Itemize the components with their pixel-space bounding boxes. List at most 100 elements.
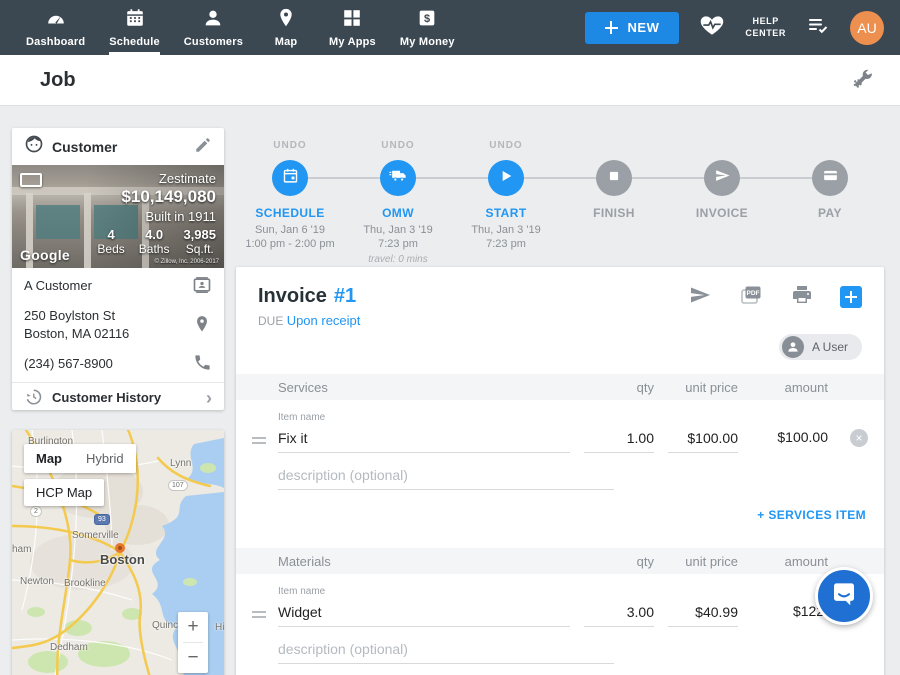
qty-column-header: qty xyxy=(570,380,654,395)
delete-service-item-button[interactable]: × xyxy=(850,429,868,447)
health-heart-icon[interactable] xyxy=(699,12,725,43)
customer-history-row[interactable]: Customer History › xyxy=(12,382,224,413)
job-progress-timeline: UNDO SCHEDULE Sun, Jan 6 '191:00 pm - 2:… xyxy=(236,132,884,262)
map-zoom-out-button[interactable]: − xyxy=(178,643,208,673)
edit-customer-button[interactable] xyxy=(194,136,212,157)
hcp-map-button[interactable]: HCP Map xyxy=(24,479,104,506)
due-terms-link[interactable]: Upon receipt xyxy=(287,313,361,328)
material-description-input[interactable] xyxy=(278,639,614,664)
map-label: ham xyxy=(12,544,31,555)
new-button[interactable]: NEW xyxy=(585,12,680,44)
money-icon: $ xyxy=(416,7,438,32)
help-center-button[interactable]: HELP CENTER xyxy=(745,16,786,39)
unit-price-column-header: unit price xyxy=(654,554,738,569)
due-label: DUE xyxy=(258,314,283,328)
dashboard-icon xyxy=(45,7,67,32)
property-stats: 4Beds 4.0Baths 3,985Sq.ft. xyxy=(97,227,216,256)
invoice-card: Invoice #1 PDF DUE Upon receipt A User xyxy=(236,267,884,675)
send-invoice-button[interactable] xyxy=(688,283,712,310)
unit-price-field xyxy=(654,602,738,627)
location-pin-icon[interactable] xyxy=(192,314,212,337)
amount-column-header: amount xyxy=(738,554,828,569)
send-icon xyxy=(714,167,731,189)
checklist-icon[interactable] xyxy=(806,13,830,42)
sqft-label: Sq.ft. xyxy=(183,242,216,256)
job-tools-button[interactable] xyxy=(850,67,874,94)
assigned-user-name: A User xyxy=(812,340,848,354)
add-invoice-item-button[interactable] xyxy=(840,286,862,308)
omw-step-button[interactable] xyxy=(380,160,416,196)
route-badge-2: 2 xyxy=(30,506,42,517)
map-label: Somerville xyxy=(72,530,119,541)
nav-item-schedule[interactable]: Schedule xyxy=(97,0,172,55)
material-unit-price-input[interactable] xyxy=(668,602,738,627)
service-name-input[interactable] xyxy=(278,428,570,453)
customer-history-label: Customer History xyxy=(52,389,196,407)
pdf-button[interactable]: PDF xyxy=(738,283,764,310)
map-type-toggle: Map Hybrid xyxy=(24,444,136,473)
undo-schedule-button[interactable]: UNDO xyxy=(273,140,306,152)
customer-card-title: Customer xyxy=(52,139,186,155)
assigned-user-chip[interactable]: A User xyxy=(779,334,862,360)
add-services-item-button[interactable]: + SERVICES ITEM xyxy=(757,508,866,522)
page-header: Job xyxy=(0,55,900,106)
item-name-label: Item name xyxy=(278,412,570,423)
calendar-icon xyxy=(282,167,299,189)
contact-card-icon[interactable] xyxy=(192,275,212,298)
page-title: Job xyxy=(40,69,76,92)
phone-icon[interactable] xyxy=(193,353,212,375)
nav-item-customers[interactable]: Customers xyxy=(172,0,255,55)
print-button[interactable] xyxy=(790,283,814,310)
chat-launcher-button[interactable] xyxy=(815,567,873,625)
nav-item-my-money[interactable]: $ My Money xyxy=(388,0,467,55)
nav-item-map[interactable]: Map xyxy=(255,0,317,55)
user-avatar[interactable]: AU xyxy=(850,11,884,45)
amount-column-header: amount xyxy=(738,380,828,395)
sqft-value: 3,985 xyxy=(183,227,216,242)
finish-step-button[interactable] xyxy=(596,160,632,196)
material-qty-input[interactable] xyxy=(584,602,654,627)
beds-label: Beds xyxy=(97,242,124,256)
undo-omw-button[interactable]: UNDO xyxy=(381,140,414,152)
invoice-number[interactable]: #1 xyxy=(334,285,356,308)
map-label: Lynn xyxy=(170,458,191,469)
top-nav: Dashboard Schedule Customers Map My Apps… xyxy=(0,0,900,55)
service-description-input[interactable] xyxy=(278,465,614,490)
drag-handle-icon[interactable] xyxy=(252,437,266,444)
start-step-button[interactable] xyxy=(488,160,524,196)
play-icon xyxy=(498,168,514,189)
invoice-title-row: Invoice #1 PDF xyxy=(258,283,862,310)
customer-name: A Customer xyxy=(24,277,192,295)
nav-item-my-apps[interactable]: My Apps xyxy=(317,0,388,55)
printer-icon xyxy=(790,283,814,310)
drag-handle-icon[interactable] xyxy=(252,611,266,618)
property-photo[interactable]: Zestimate $10,149,080 Built in 1911 4Bed… xyxy=(12,165,224,268)
material-name-input[interactable] xyxy=(278,602,570,627)
zestimate-value: $10,149,080 xyxy=(97,187,216,207)
apps-grid-icon xyxy=(341,7,363,32)
timeline-step-omw: UNDO OMW Thu, Jan 3 '197:23 pmtravel: 0 … xyxy=(344,132,452,266)
service-unit-price-input[interactable] xyxy=(668,428,738,453)
invoice-step-button[interactable] xyxy=(704,160,740,196)
wrench-gear-icon xyxy=(850,67,874,94)
services-header-band: Services qty unit price amount xyxy=(236,374,884,400)
undo-start-button[interactable]: UNDO xyxy=(489,140,522,152)
chevron-right-icon: › xyxy=(206,389,212,407)
invoice-actions: PDF xyxy=(688,283,862,310)
map-zoom-control: + − xyxy=(178,612,208,673)
map-widget[interactable]: Burlington Lynn Somerville ham Boston Ne… xyxy=(12,430,224,675)
service-qty-input[interactable] xyxy=(584,428,654,453)
map-label: Hi xyxy=(215,622,224,633)
streetview-frame-icon xyxy=(20,173,42,187)
customer-phone: (234) 567-8900 xyxy=(24,355,193,373)
map-type-hybrid-button[interactable]: Hybrid xyxy=(74,444,136,473)
map-zoom-in-button[interactable]: + xyxy=(178,612,208,642)
materials-header-band: Materials qty unit price amount xyxy=(236,548,884,574)
pay-step-button[interactable] xyxy=(812,160,848,196)
send-icon xyxy=(688,283,712,310)
address-line1: 250 Boylston St xyxy=(24,308,115,323)
qty-field xyxy=(570,602,654,627)
schedule-step-button[interactable] xyxy=(272,160,308,196)
map-type-map-button[interactable]: Map xyxy=(24,444,74,473)
nav-item-dashboard[interactable]: Dashboard xyxy=(14,0,97,55)
